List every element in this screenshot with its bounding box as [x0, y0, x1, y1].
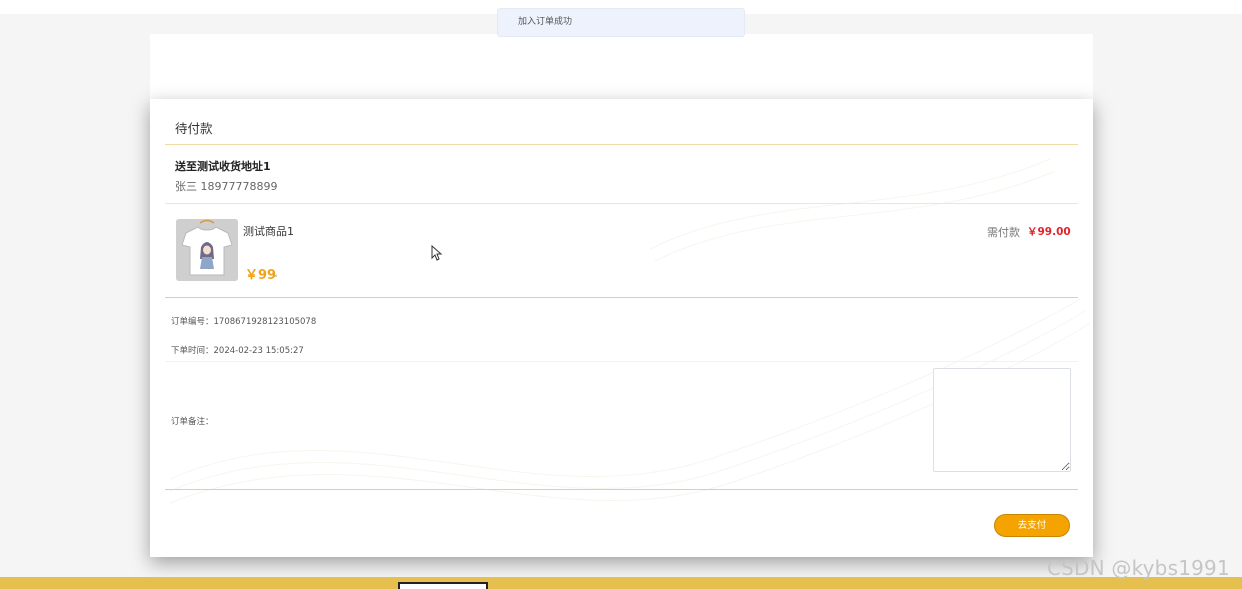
- product-price: ￥99: [245, 268, 277, 283]
- payment-amount: ￥99.00: [1027, 226, 1071, 238]
- payment-label: 需付款: [987, 226, 1020, 239]
- product-name: 测试商品1: [243, 225, 294, 238]
- success-toast: 加入订单成功: [497, 8, 745, 37]
- divider: [165, 297, 1078, 298]
- order-remark-input[interactable]: [933, 368, 1071, 472]
- bottom-logo: [398, 582, 488, 589]
- order-remark-label: 订单备注：: [171, 417, 214, 427]
- divider: [165, 489, 1078, 490]
- divider: [165, 361, 1078, 362]
- divider: [165, 203, 1078, 204]
- pay-button[interactable]: 去支付: [994, 514, 1070, 537]
- dialog-title: 待付款: [175, 121, 213, 136]
- product-quantity: ₓ: [274, 270, 278, 279]
- shipping-address: 送至测试收货地址1: [175, 160, 271, 173]
- mouse-cursor-icon: [431, 245, 443, 261]
- title-divider: [165, 144, 1078, 145]
- order-time: 下单时间：2024-02-23 15:05:27: [171, 346, 304, 356]
- order-number: 订单编号：1708671928123105078: [171, 317, 317, 327]
- order-dialog: 待付款 送至测试收货地址1 张三 18977778899 测试商品1 ￥99 ₓ…: [150, 99, 1093, 557]
- tshirt-product-image[interactable]: [176, 219, 238, 281]
- recipient-contact: 张三 18977778899: [175, 180, 278, 193]
- watermark: CSDN @kybs1991: [1047, 556, 1230, 580]
- toast-message: 加入订单成功: [518, 17, 573, 27]
